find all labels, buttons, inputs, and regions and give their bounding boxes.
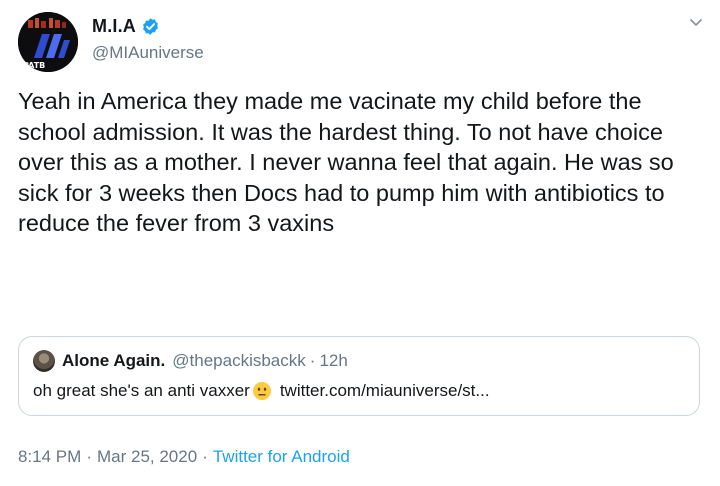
quoted-author-avatar	[33, 350, 55, 372]
avatar-text: PATB	[23, 61, 45, 70]
quoted-text: oh great she's an anti vaxxer	[33, 381, 250, 400]
verified-badge-icon	[141, 17, 160, 36]
author-name-row: M.I.A	[92, 16, 160, 37]
author-handle[interactable]: @MIAuniverse	[92, 43, 204, 63]
author-display-name[interactable]: M.I.A	[92, 16, 136, 37]
tweet-source-link[interactable]: Twitter for Android	[213, 447, 350, 466]
quoted-timestamp: 12h	[319, 351, 348, 370]
tweet-date[interactable]: Mar 25, 2020	[97, 447, 197, 466]
tweet-time[interactable]: 8:14 PM	[18, 447, 81, 466]
meta-separator-2: ·	[202, 447, 208, 466]
neutral-face-emoji-icon	[252, 381, 272, 401]
quoted-author-name: Alone Again.	[62, 351, 166, 370]
quoted-separator: ·	[309, 351, 316, 370]
tweet-text: Yeah in America they made me vacinate my…	[18, 88, 674, 236]
quoted-tweet-text: oh great she's an anti vaxxer twitter.co…	[33, 381, 490, 401]
quoted-tweet[interactable]: Alone Again. @thepackisbackk · 12h oh gr…	[18, 336, 700, 416]
author-avatar[interactable]: PATB	[18, 12, 78, 72]
tweet-card: PATB M.I.A @MIAuniverse Yeah in America …	[0, 0, 720, 486]
tweet-meta: 8:14 PM · Mar 25, 2020 · Twitter for Android	[18, 447, 350, 467]
meta-separator-1: ·	[86, 447, 92, 466]
author-avatar-image: PATB	[18, 12, 78, 72]
chevron-down-icon[interactable]	[686, 12, 706, 32]
quoted-tweet-header: Alone Again. @thepackisbackk · 12h	[33, 350, 348, 372]
quoted-author-handle: @thepackisbackk	[172, 351, 306, 370]
quoted-link[interactable]: twitter.com/miauniverse/st...	[280, 381, 490, 401]
